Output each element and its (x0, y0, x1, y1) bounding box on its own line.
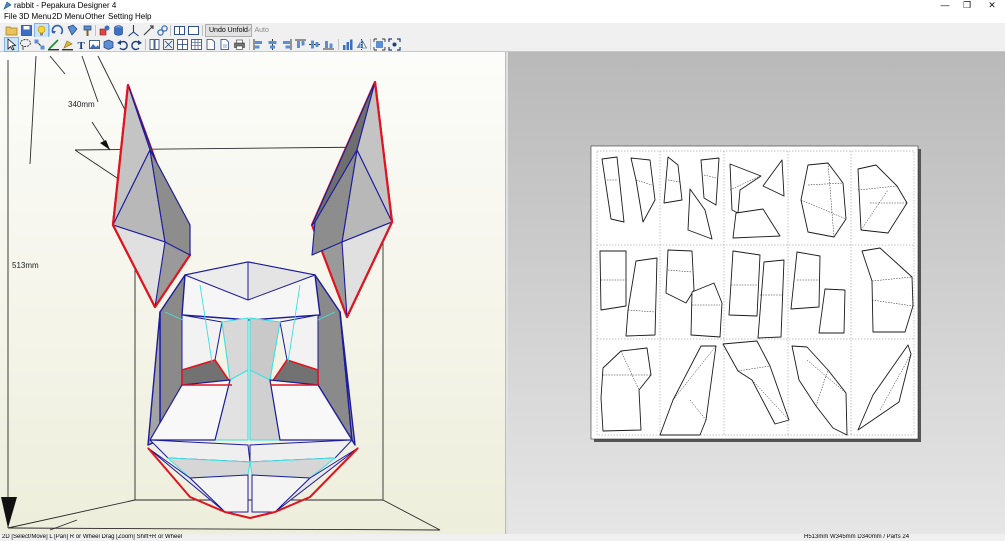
save-icon[interactable] (20, 24, 33, 37)
chart-icon[interactable] (341, 38, 354, 51)
menu-file[interactable]: File (4, 11, 17, 23)
menu-3d[interactable]: 3D Menu (19, 11, 51, 23)
axis-icon[interactable] (127, 24, 140, 37)
auto-label: Auto (254, 27, 269, 34)
toolbar-separator (202, 25, 203, 36)
scale-icon[interactable] (142, 24, 155, 37)
align-middle-icon[interactable] (308, 38, 321, 51)
status-dimensions: H513mm W345mm D340mm / Parts 24 (804, 534, 910, 540)
zoom-fit-icon[interactable] (162, 38, 175, 51)
page2-icon[interactable] (218, 38, 231, 51)
paint-icon[interactable] (81, 24, 94, 37)
image-icon[interactable] (88, 38, 101, 51)
print-icon[interactable] (233, 38, 246, 51)
toolbar-separator (370, 39, 371, 50)
align-right-icon[interactable] (280, 38, 293, 51)
unfold-icon[interactable] (66, 24, 79, 37)
dimension-arrow-icon (100, 140, 110, 150)
single-view-icon[interactable] (187, 24, 200, 37)
toolbar-separator (145, 39, 146, 50)
arrange-icon[interactable] (33, 38, 46, 51)
menu-2d[interactable]: 2D Menu (52, 11, 84, 23)
view-2d-canvas[interactable] (508, 52, 1005, 534)
redo-icon[interactable] (130, 38, 143, 51)
menu-bar: File 3D Menu 2D Menu Other Setting Help (0, 11, 1005, 23)
cylinder-icon[interactable] (112, 24, 125, 37)
rabbit-head[interactable] (147, 261, 359, 519)
window-title: rabbit - Pepakura Designer 4 (14, 1, 117, 10)
undo-icon[interactable] (116, 38, 129, 51)
width-dimension-label: 340mm (68, 100, 95, 109)
toolbar-separator (95, 25, 96, 36)
toolbar-separator (49, 25, 50, 36)
texture-icon[interactable] (98, 24, 111, 37)
auto-toggle[interactable]: ✓ Auto (247, 24, 269, 37)
view-2d[interactable] (508, 52, 1005, 534)
select-icon[interactable] (4, 37, 19, 52)
axis-arrow-icon (1, 497, 17, 528)
minimize-button[interactable]: — (933, 0, 957, 11)
glue-icon[interactable] (61, 38, 74, 51)
status-hint: 2D [Select/Move] L [Pan] R or Wheel Drag… (2, 534, 183, 540)
view-3d[interactable]: 340mm 513mm (0, 52, 505, 534)
restore-button[interactable]: ❐ (955, 0, 979, 11)
height-dimension-label: 513mm (12, 261, 39, 270)
toolbar-separator (249, 39, 250, 50)
table-icon[interactable] (190, 38, 203, 51)
align-left-icon[interactable] (252, 38, 265, 51)
link-icon[interactable] (156, 24, 169, 37)
menu-setting[interactable]: Setting (108, 11, 133, 23)
rotate-icon[interactable] (51, 24, 64, 37)
toolbar-separator (170, 25, 171, 36)
align-bottom-icon[interactable] (322, 38, 335, 51)
edge-icon[interactable] (47, 38, 60, 51)
lasso-icon[interactable] (19, 38, 32, 51)
left-ear[interactable] (111, 83, 192, 309)
text-icon[interactable]: T (75, 38, 88, 51)
align-center-icon[interactable] (266, 38, 279, 51)
fit-icon[interactable] (373, 38, 386, 51)
pepakura-icon (3, 1, 12, 10)
toolbar-separator (338, 39, 339, 50)
grid-icon[interactable] (176, 38, 189, 51)
fullscreen-icon[interactable] (388, 38, 401, 51)
light-icon[interactable] (34, 23, 49, 38)
menu-help[interactable]: Help (135, 11, 151, 23)
close-button[interactable]: ✕ (980, 0, 1004, 11)
page-icon[interactable] (148, 38, 161, 51)
undo-unfold-button[interactable]: Undo Unfold (205, 24, 252, 37)
title-bar: rabbit - Pepakura Designer 4 — ❐ ✕ (0, 0, 1005, 11)
toolbar-main: Undo Unfold ✓ Auto (0, 23, 1005, 38)
box-icon[interactable] (102, 38, 115, 51)
menu-other[interactable]: Other (85, 11, 105, 23)
svg-text:T: T (78, 40, 86, 51)
right-ear[interactable] (310, 80, 394, 319)
status-bar: 2D [Select/Move] L [Pan] R or Wheel Drag… (0, 534, 1005, 541)
page-setup-icon[interactable] (204, 38, 217, 51)
split-view-icon[interactable] (173, 24, 186, 37)
view-3d-canvas[interactable]: 340mm 513mm (0, 52, 505, 534)
open-icon[interactable] (5, 24, 18, 37)
align-top-icon[interactable] (294, 38, 307, 51)
toolbar-edit: T (0, 37, 1005, 52)
flip-icon[interactable] (355, 38, 368, 51)
